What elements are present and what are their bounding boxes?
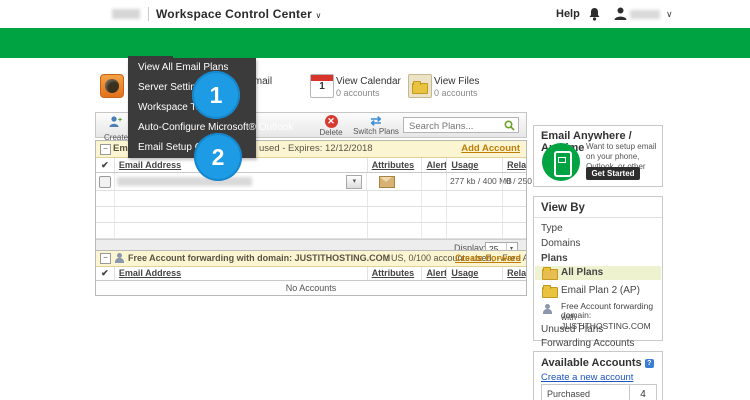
- all-plans-item[interactable]: All Plans: [535, 266, 661, 280]
- view-calendar-label[interactable]: View Calendar: [336, 76, 401, 87]
- mailbox-attribute-icon: [379, 176, 396, 188]
- view-by-type[interactable]: Type: [541, 223, 563, 234]
- relays-value: 0 / 250: [505, 176, 532, 186]
- forwarding-title-bold: Free Account forwarding with domain: JUS…: [128, 253, 391, 263]
- view-by-title: View By: [541, 202, 585, 214]
- forwarding-table: − Free Account forwarding with domain: J…: [95, 250, 527, 296]
- available-accounts-title: Available Accounts ?: [541, 357, 654, 369]
- empty-row: [96, 191, 526, 207]
- help-link[interactable]: Help: [556, 8, 580, 20]
- col-email-address[interactable]: Email Address: [113, 267, 367, 280]
- no-accounts-message: No Accounts: [96, 281, 526, 295]
- user-icon[interactable]: [614, 7, 627, 20]
- search-plans-box: [403, 117, 519, 133]
- create-button[interactable]: + Create: [104, 115, 128, 142]
- create-person-icon: +: [109, 116, 122, 127]
- view-by-panel: View By Type Domains Plans All Plans Ema…: [533, 196, 663, 349]
- menu-item-auto-configure-outlook[interactable]: Auto-Configure Microsoft® Outlook: [128, 118, 293, 138]
- email-account-row[interactable]: ▾ 277 kb / 400 MB 0 / 250: [96, 173, 532, 191]
- menu-item-view-all-email-plans[interactable]: View All Email Plans: [128, 58, 256, 78]
- topbar-divider: [148, 7, 149, 21]
- calendar-icon[interactable]: 1: [310, 74, 334, 98]
- select-all-check[interactable]: ✔: [96, 267, 114, 280]
- switch-plans-label: Switch Plans: [353, 127, 399, 136]
- delete-label: Delete: [319, 128, 343, 137]
- empty-row: [96, 223, 526, 239]
- col-attributes[interactable]: Attributes: [366, 267, 422, 280]
- folder-glyph: [412, 81, 428, 94]
- forwarding-band: − Free Account forwarding with domain: J…: [96, 251, 526, 267]
- webmail-icon[interactable]: [100, 74, 124, 98]
- view-by-plans[interactable]: Plans: [541, 253, 568, 264]
- col-usage[interactable]: Usage: [446, 158, 502, 172]
- available-accounts-title-text: Available Accounts: [541, 357, 642, 369]
- purchased-accounts-label: Purchased Accounts: [547, 389, 591, 400]
- forward-account-icon: [114, 253, 124, 263]
- switch-plans-button[interactable]: ⇄ Switch Plans: [350, 113, 402, 136]
- col-relays[interactable]: Relays: [502, 158, 526, 172]
- email-plan-2-label: Email Plan 2 (AP): [561, 285, 640, 296]
- view-files-label[interactable]: View Files: [434, 76, 479, 87]
- unused-plans-item[interactable]: Unused Plans: [541, 324, 603, 335]
- all-plans-folder-icon: [542, 267, 558, 280]
- row-checkbox[interactable]: [99, 176, 111, 188]
- divider: [534, 217, 662, 218]
- forwarding-accounts-item[interactable]: Forwarding Accounts: [541, 338, 634, 349]
- search-plans-input[interactable]: [407, 119, 506, 133]
- email-plan-folder-icon: [542, 285, 558, 298]
- view-calendar-sub: 0 accounts: [336, 88, 380, 98]
- create-forward-link[interactable]: Create Forward: [455, 251, 521, 266]
- webmail-icon-inner: [105, 79, 119, 93]
- delete-button[interactable]: ✕ Delete: [318, 115, 344, 137]
- phone-email-icon: [542, 143, 580, 181]
- col-alerts[interactable]: Alerts: [421, 267, 446, 280]
- col-alerts[interactable]: Alerts: [421, 158, 446, 172]
- create-new-account-link[interactable]: Create a new account: [541, 372, 633, 383]
- step-1-badge: 1: [192, 71, 240, 119]
- plan-title-suffix: used - Expires: 12/12/2018: [259, 143, 373, 154]
- app-title: Workspace Control Center: [156, 7, 312, 21]
- workspace-control-center-screen: Workspace Control Center ∨ Help ∨ Home T…: [0, 0, 750, 400]
- calendar-icon-day: 1: [319, 81, 325, 92]
- account-chevron-down-icon[interactable]: ∨: [666, 9, 673, 20]
- brand-logo[interactable]: [112, 9, 140, 19]
- get-started-button[interactable]: Get Started: [586, 167, 640, 180]
- primary-nav: Home Tools ∨ Help ∨: [0, 28, 750, 86]
- col-relays[interactable]: Relays: [502, 267, 526, 280]
- collapse-icon[interactable]: −: [100, 253, 111, 264]
- collapse-icon[interactable]: −: [100, 144, 111, 155]
- top-bar: Workspace Control Center ∨ Help ∨: [0, 0, 750, 29]
- phone-glyph: [554, 151, 572, 177]
- purchased-accounts-count: 4: [629, 385, 656, 400]
- email-anywhere-panel: Email Anywhere / Anytime Want to setup e…: [533, 125, 663, 187]
- usage-value: 277 kb / 400 MB: [449, 176, 512, 186]
- empty-row: [96, 207, 526, 223]
- select-all-check[interactable]: ✔: [96, 158, 114, 172]
- svg-text:+: +: [118, 117, 122, 124]
- view-files-sub: 0 accounts: [434, 88, 478, 98]
- delete-icon: ✕: [324, 115, 338, 128]
- col-usage[interactable]: Usage: [446, 267, 502, 280]
- help-question-icon[interactable]: ?: [644, 359, 654, 368]
- view-by-domains[interactable]: Domains: [541, 238, 580, 249]
- step-2-badge: 2: [194, 133, 242, 181]
- available-accounts-panel: Available Accounts ? Create a new accoun…: [533, 351, 663, 400]
- bell-icon[interactable]: [588, 7, 601, 21]
- all-plans-label: All Plans: [561, 267, 604, 278]
- row-dropdown-button[interactable]: ▾: [346, 175, 363, 189]
- table2-header: ✔ Email Address Attributes Alerts Usage …: [96, 267, 526, 281]
- purchased-accounts-row: Purchased Accounts 4: [541, 384, 657, 400]
- search-icon[interactable]: [504, 120, 515, 131]
- username-redacted: [630, 10, 660, 19]
- table1-header: ✔ Email Address Attributes Alerts Usage …: [96, 158, 526, 173]
- email-address-redacted: [116, 177, 252, 186]
- files-icon[interactable]: [408, 74, 432, 98]
- app-title-menu[interactable]: Workspace Control Center ∨: [156, 7, 322, 21]
- add-account-link[interactable]: Add Account: [461, 141, 520, 157]
- col-attributes[interactable]: Attributes: [366, 158, 422, 172]
- chevron-down-icon: ∨: [315, 11, 322, 20]
- email-plan-2-item[interactable]: Email Plan 2 (AP): [535, 284, 661, 298]
- free-account-person-icon: [542, 304, 552, 314]
- free-account-item[interactable]: Free Account forwarding with domain: JUS…: [535, 301, 661, 331]
